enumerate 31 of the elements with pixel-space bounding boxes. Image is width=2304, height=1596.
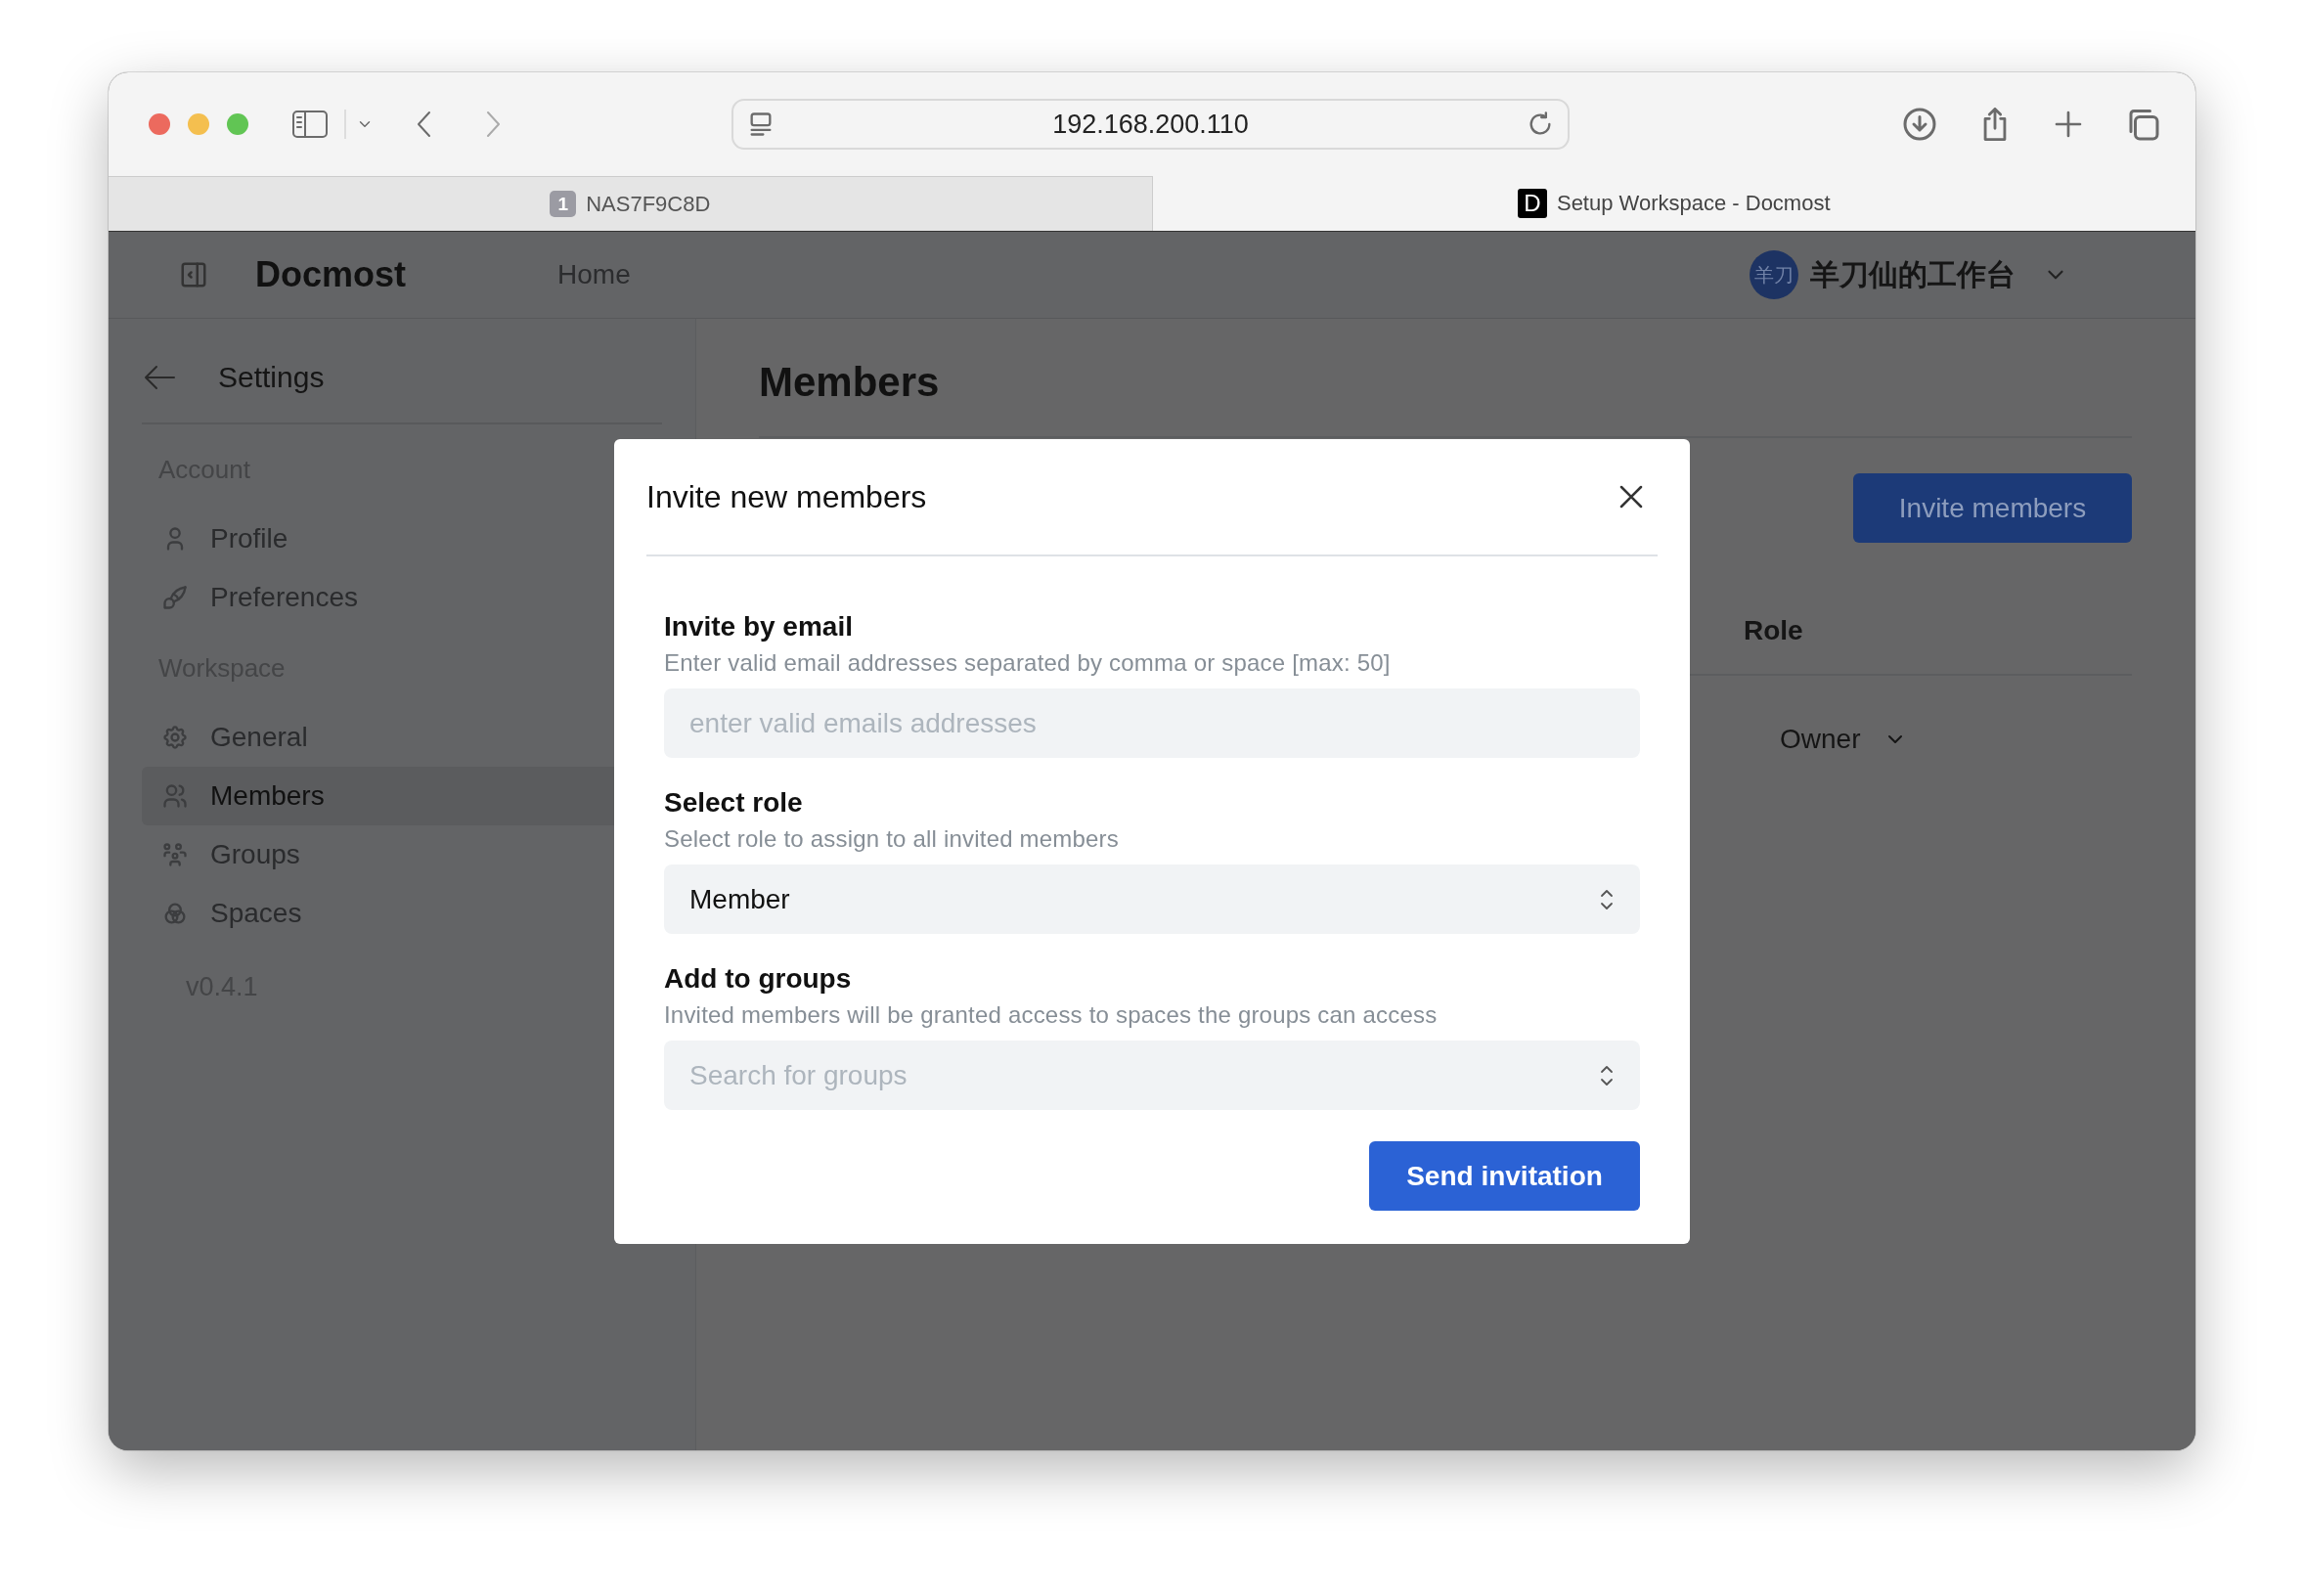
back-arrow-icon[interactable] (142, 363, 177, 392)
field-description: Invited members will be granted access to spaces the groups can access (664, 1000, 1439, 1030)
group-search-field[interactable]: Search for groups (664, 1041, 1640, 1110)
select-field[interactable]: Member (664, 864, 1640, 934)
workspace-avatar: 羊刀 (1750, 250, 1798, 299)
tab-badge: 1 (550, 191, 577, 217)
app-logo-text[interactable]: Docmost (255, 254, 407, 295)
role-dropdown[interactable]: Owner (1780, 724, 1861, 755)
plus-icon[interactable] (2053, 109, 2084, 140)
site-favicon: D (1517, 189, 1547, 218)
sidebar-toggle-icon[interactable] (291, 110, 329, 139)
field-label: Invite by email (664, 610, 854, 643)
close-window-button[interactable] (149, 113, 170, 135)
browser-tab[interactable]: 1 NAS7F9C8D (109, 176, 1153, 231)
field-description: Select role to assign to all invited members (664, 824, 1120, 854)
invite-members-button[interactable]: Invite members (1853, 473, 2132, 543)
users-icon (161, 782, 189, 810)
download-icon[interactable] (1902, 107, 1937, 142)
field-description: Enter valid email addresses separated by comma or space [max: 50] (664, 648, 1392, 678)
settings-icon (161, 724, 189, 751)
group-icon (161, 841, 189, 868)
nav-link[interactable]: Home (557, 259, 631, 290)
send-invitation-button[interactable]: Send invitation (1369, 1141, 1640, 1211)
settings-title: Settings (218, 361, 325, 394)
address-bar[interactable]: 192.168.200.110 (731, 99, 1570, 150)
workspace-name[interactable]: 羊刀仙的工作台 (1810, 254, 2016, 295)
sidebar-toggle-icon[interactable] (179, 260, 208, 289)
email-input-field[interactable]: enter valid emails addresses (664, 688, 1640, 758)
column-header: Role (1744, 615, 1803, 645)
field-label: Add to groups (664, 962, 853, 996)
brush-icon (161, 584, 189, 611)
